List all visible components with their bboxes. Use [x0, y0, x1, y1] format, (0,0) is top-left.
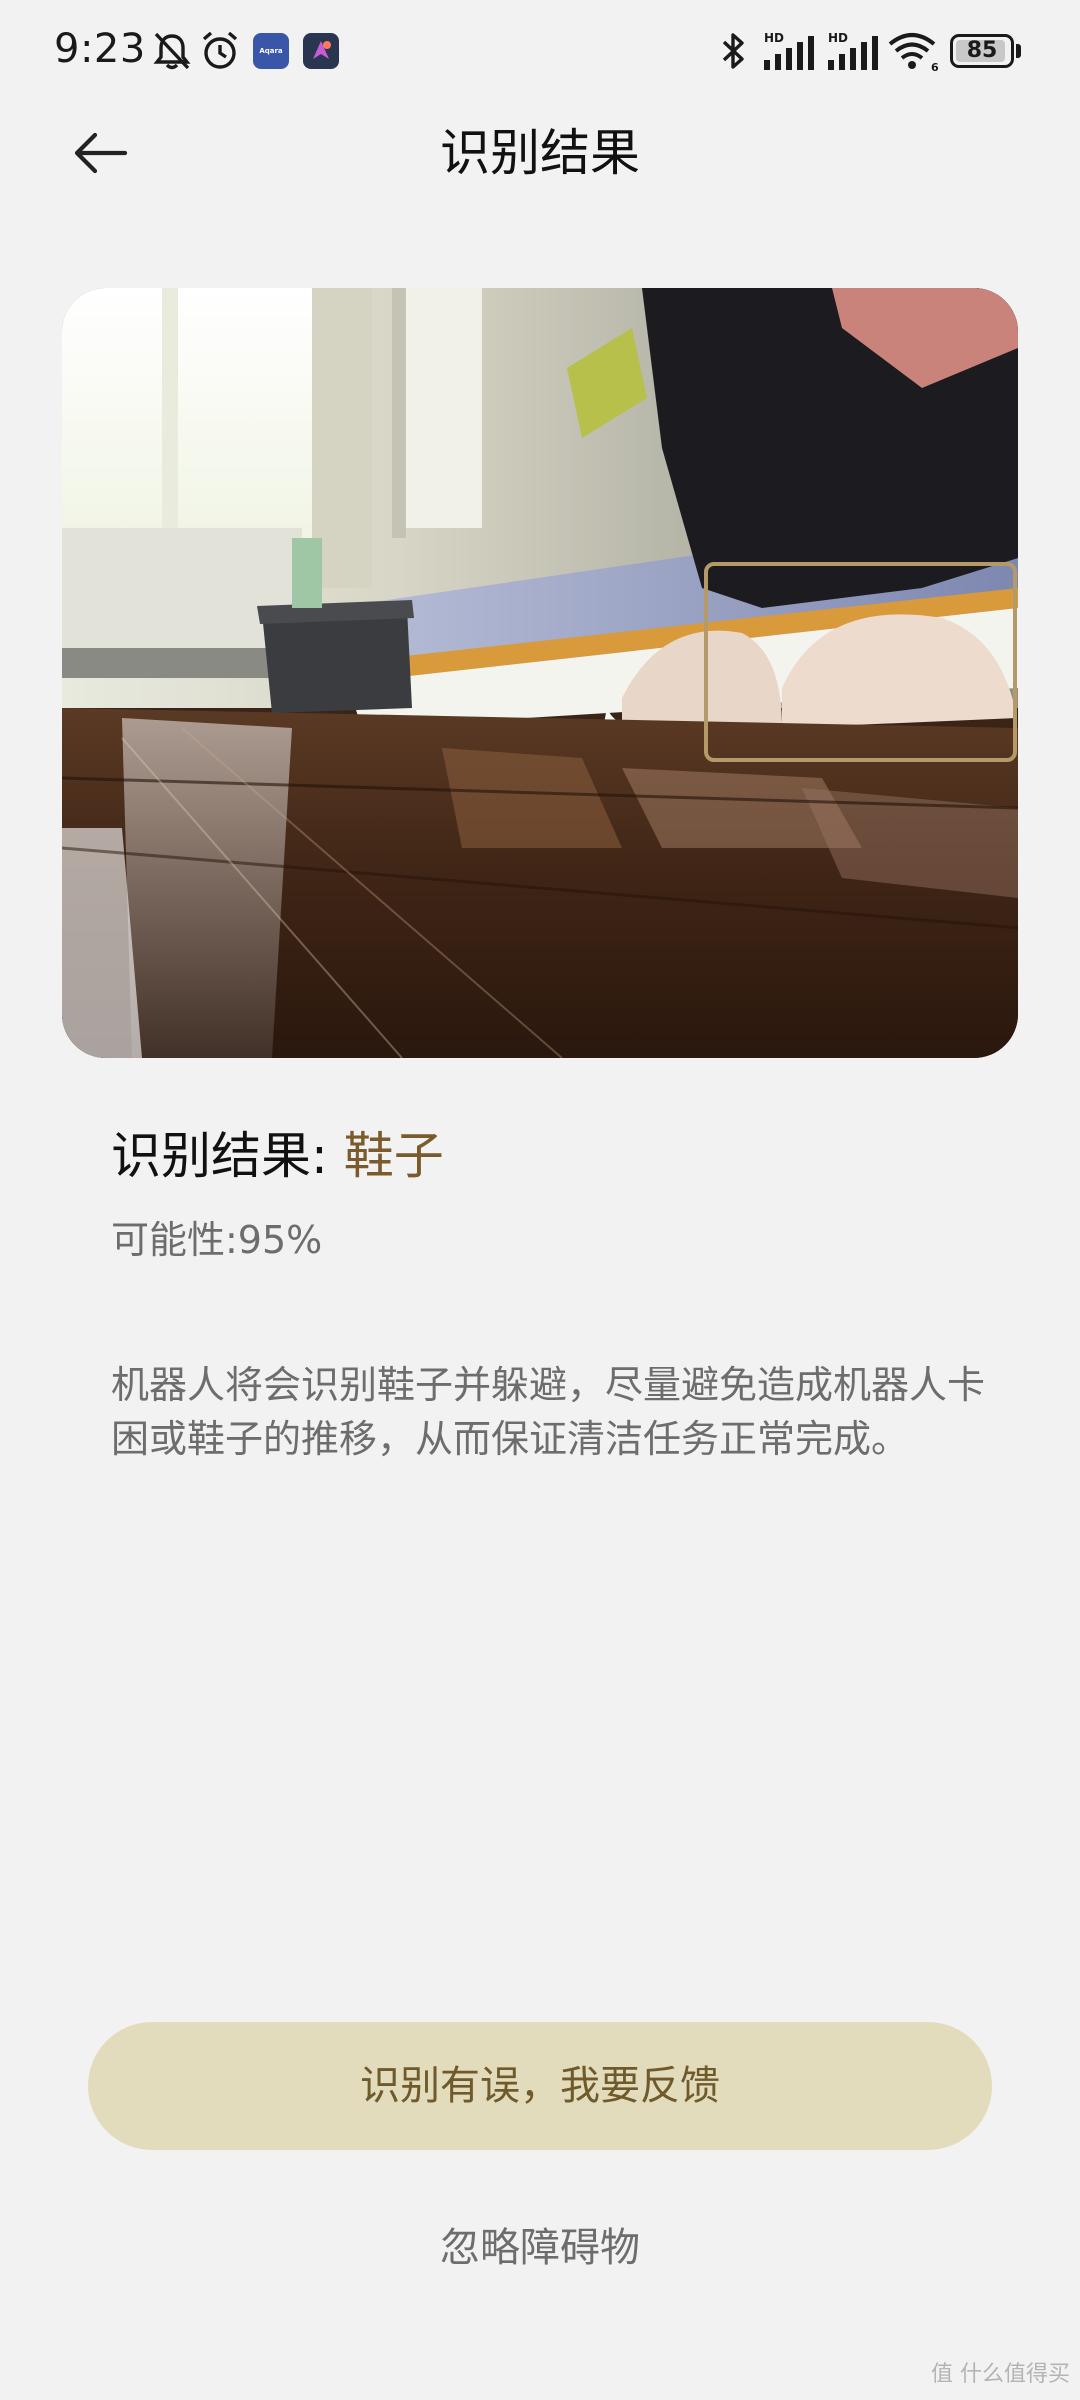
alarm-icon	[202, 31, 238, 69]
result-description: 机器人将会识别鞋子并躲避，尽量避免造成机器人卡困或鞋子的推移，从而保证清洁任务正…	[111, 1363, 986, 1461]
feedback-button[interactable]: 识别有误，我要反馈	[88, 2022, 992, 2150]
result-value: 鞋子	[343, 1127, 444, 1185]
battery-icon: 85	[950, 34, 1014, 68]
status-bar: 9:23 Aqara HD HD 6 85	[0, 0, 1080, 104]
signal-hd-2-icon: HD	[828, 31, 878, 70]
ignore-obstacle-button[interactable]: 忽略障碍物	[340, 2216, 740, 2280]
battery-level: 85	[966, 38, 998, 63]
navigation-app-icon	[303, 33, 339, 69]
mute-icon	[153, 32, 191, 70]
wifi-6-label: 6	[931, 61, 939, 72]
watermark: 值 什么值得买	[931, 2362, 1070, 2387]
detection-box	[704, 562, 1017, 762]
aqara-app-icon: Aqara	[253, 33, 289, 69]
aqara-label: Aqara	[259, 47, 283, 55]
recognition-photo	[62, 288, 1018, 1058]
status-time: 9:23	[54, 26, 146, 72]
result-label: 识别结果:	[111, 1127, 344, 1185]
result-line: 识别结果: 鞋子	[111, 1120, 444, 1192]
hd-label-2: HD	[828, 31, 848, 45]
signal-hd-1-icon: HD	[764, 31, 814, 70]
page-title: 识别结果	[440, 124, 640, 182]
battery-nub	[1016, 44, 1021, 58]
bluetooth-icon	[722, 33, 744, 69]
hd-label-1: HD	[764, 31, 784, 45]
screen: 9:23 Aqara HD HD 6 85 识别结果 识别结果: 鞋子 可能性:…	[0, 0, 1080, 2400]
wifi-6-icon: 6	[888, 33, 939, 72]
probability-text: 可能性:95%	[111, 1218, 323, 1262]
